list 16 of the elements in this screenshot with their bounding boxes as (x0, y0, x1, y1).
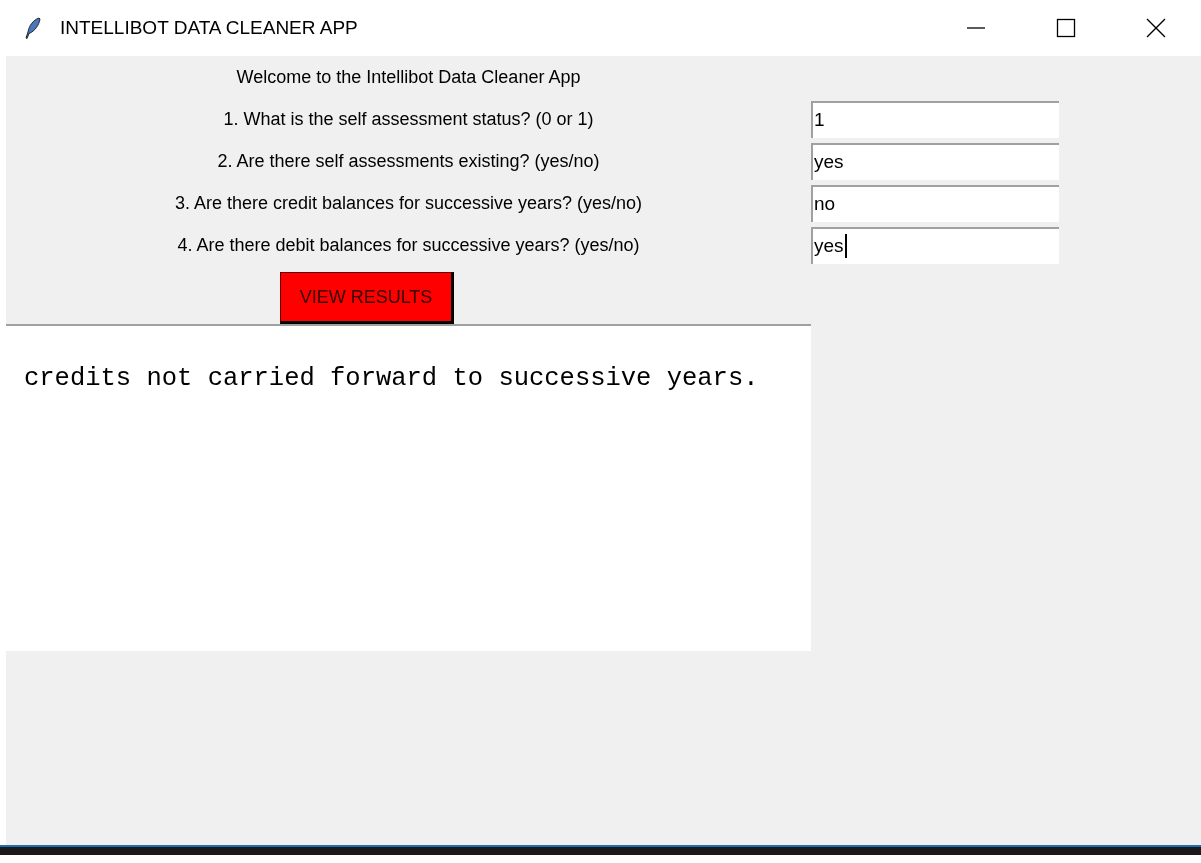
question-label: 4. Are there debit balances for successive years? (yes/no) (176, 233, 641, 257)
answer-field[interactable]: yes (811, 142, 1059, 180)
close-icon (1146, 18, 1166, 38)
answer-field[interactable]: yes (811, 226, 1059, 264)
question-label: 2. Are there self assessments existing? (yes/no) (216, 149, 601, 173)
answer-field[interactable]: no (811, 184, 1059, 222)
window-title: INTELLIBOT DATA CLEANER APP (60, 17, 358, 39)
feather-icon (24, 17, 42, 39)
maximize-icon (1056, 18, 1076, 38)
view-results-button[interactable]: VIEW RESULTS (280, 272, 454, 324)
minimize-icon (966, 27, 986, 29)
question-label: 3. Are there credit balances for successive years? (yes/no) (173, 191, 644, 215)
result-text: credits not carried forward to successive years. (6, 324, 811, 651)
welcome-heading: Welcome to the Intellibot Data Cleaner App (235, 65, 582, 89)
answer-field[interactable]: 1 (811, 100, 1059, 138)
question-label: 1. What is the self assessment status? (0 or 1) (222, 107, 595, 131)
